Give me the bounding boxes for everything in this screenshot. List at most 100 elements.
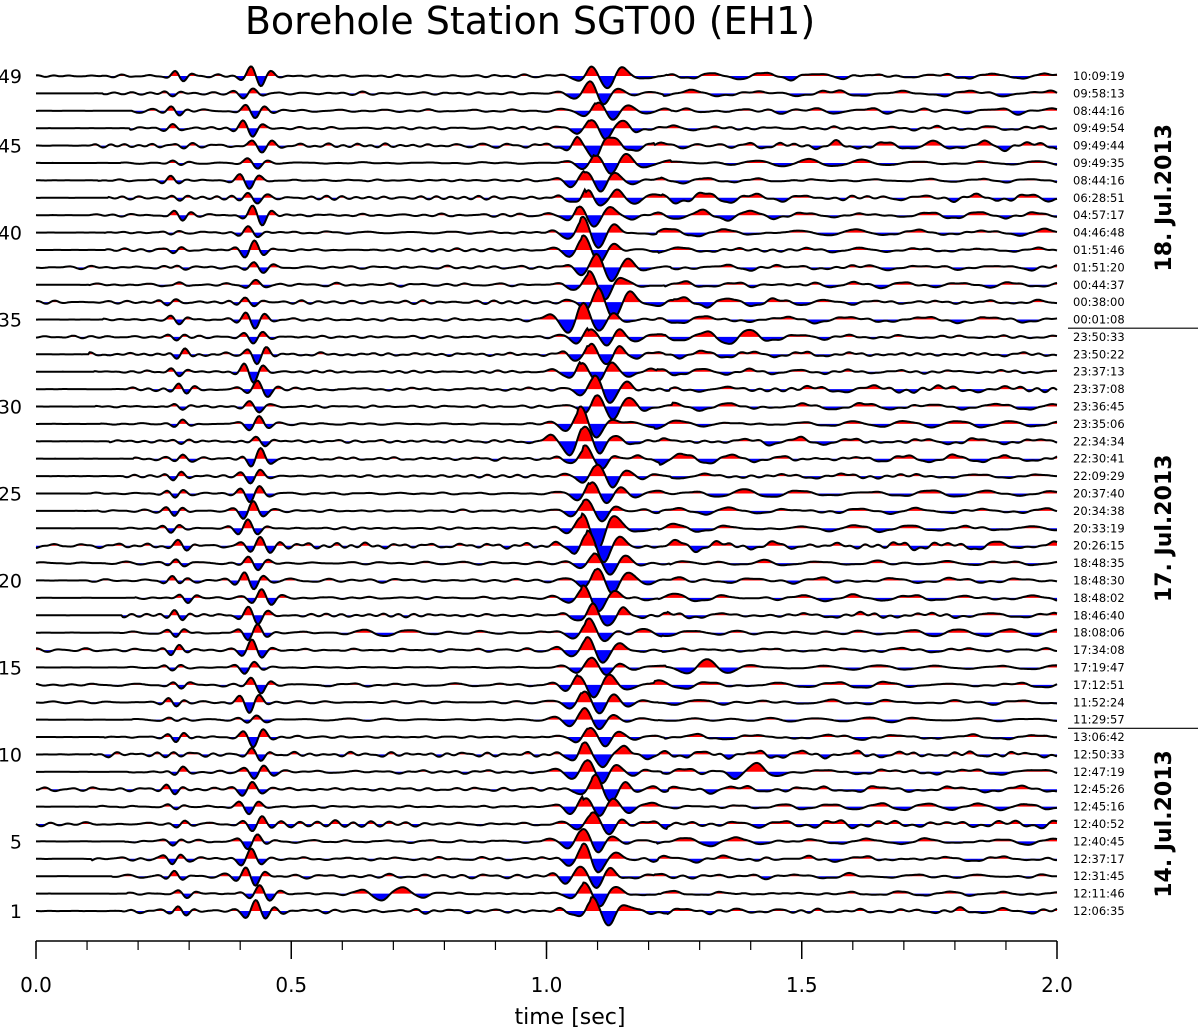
event-time-label: 20:26:15 [1073, 539, 1125, 553]
trace-line [35, 552, 1058, 576]
trace-number-label: 30 [0, 397, 22, 419]
trace [36, 584, 1058, 613]
event-time-label: 20:37:40 [1073, 487, 1125, 501]
trace-number-label: 35 [0, 310, 22, 332]
trace-negative-fill [39, 684, 1055, 698]
trace-line [35, 811, 1058, 836]
trace-positive-fill [42, 426, 1054, 442]
trace-line [36, 153, 1058, 175]
trace [35, 727, 1058, 749]
event-time-label: 01:51:46 [1073, 243, 1125, 257]
trace-line [35, 773, 1058, 803]
trace-positive-fill [36, 585, 1049, 598]
event-time-label: 23:36:45 [1073, 400, 1125, 414]
trace [36, 135, 1058, 160]
trace [35, 187, 1058, 207]
event-time-label: 00:01:08 [1073, 313, 1125, 327]
trace [36, 360, 1057, 384]
event-time-label: 20:33:19 [1073, 521, 1125, 535]
date-group-label: 17. Jul.2013 [1152, 454, 1177, 602]
trace-line [36, 405, 1058, 439]
event-time-label: 18:46:40 [1073, 608, 1125, 622]
trace-number-label: 1 [10, 901, 22, 923]
event-time-label: 09:58:13 [1073, 86, 1125, 100]
trace-negative-fill [42, 650, 1057, 663]
trace [36, 301, 1058, 334]
event-time-label: 22:34:34 [1073, 434, 1125, 448]
trace [35, 567, 1058, 595]
trace [36, 602, 1058, 627]
trace-line [35, 690, 1058, 715]
event-time-label: 23:50:33 [1073, 330, 1125, 344]
trace [35, 374, 1058, 404]
trace [36, 498, 1058, 523]
trace [36, 215, 1058, 249]
trace-positive-fill [36, 287, 1047, 303]
trace-number-axis: 15101520253035404549 [0, 66, 22, 923]
trace-positive-fill [48, 254, 1058, 268]
event-time-label: 06:28:51 [1073, 191, 1125, 205]
trace-positive-fill [38, 499, 1056, 511]
trace-line [35, 444, 1058, 470]
trace [35, 773, 1058, 803]
trace-negative-fill [38, 250, 1058, 263]
trace-negative-fill [36, 545, 1040, 563]
trace-positive-fill [36, 235, 1055, 250]
event-time-label: 12:47:19 [1073, 765, 1125, 779]
trace-number-label: 5 [10, 831, 22, 853]
trace-positive-fill [36, 657, 1057, 668]
trace [35, 444, 1058, 470]
trace-line [36, 342, 1058, 366]
event-time-label: 17:19:47 [1073, 660, 1125, 674]
trace-number-label: 49 [0, 66, 22, 88]
trace-negative-fill [37, 876, 1056, 888]
event-time-label: 12:31:45 [1073, 869, 1125, 883]
x-tick-label: 0.5 [275, 973, 307, 997]
trace-negative-fill [36, 771, 1057, 784]
trace-line [35, 286, 1058, 319]
x-tick-label: 0.0 [20, 973, 52, 997]
trace-number-label: 15 [0, 657, 22, 679]
x-axis: 0.0 0.5 1.0 1.5 2.0 [20, 940, 1073, 997]
date-group-label: 14. Jul.2013 [1152, 750, 1177, 898]
trace-number-label: 40 [0, 223, 22, 245]
trace-line [36, 842, 1057, 874]
trace-negative-fill [36, 336, 1046, 346]
trace-positive-fill [36, 513, 1045, 529]
event-time-label: 17:34:08 [1073, 643, 1125, 657]
event-time-label: 04:57:17 [1073, 208, 1125, 222]
trace-line [35, 204, 1058, 228]
trace [36, 101, 1058, 121]
trace [36, 481, 1058, 505]
x-tick-label: 2.0 [1041, 973, 1073, 997]
trace-line [36, 135, 1058, 160]
trace-line [36, 656, 1058, 677]
event-time-label: 23:35:06 [1073, 417, 1125, 431]
trace-line [36, 119, 1058, 141]
date-group-label: 18. Jul.2013 [1152, 124, 1177, 272]
trace-negative-fill [36, 893, 1043, 907]
trace-positive-fill [39, 774, 1040, 790]
event-time-label: 11:29:57 [1073, 713, 1125, 727]
trace-negative-fill [36, 423, 1050, 438]
event-time-label: 22:09:29 [1073, 469, 1125, 483]
trace-line [35, 65, 1058, 90]
trace-number-label: 45 [0, 136, 22, 158]
trace [36, 169, 1058, 193]
trace-negative-fill [36, 754, 1057, 768]
trace [36, 405, 1058, 439]
trace-negative-fill [36, 737, 1057, 748]
event-time-label: 22:30:41 [1073, 452, 1125, 466]
trace-line [36, 602, 1058, 627]
trace [35, 690, 1058, 715]
event-time-label: 09:49:54 [1073, 121, 1125, 135]
trace [36, 153, 1058, 175]
event-time-label: 08:44:16 [1073, 104, 1125, 118]
event-time-label: 12:50:33 [1073, 747, 1125, 761]
trace [35, 529, 1058, 564]
event-time-label: 00:44:37 [1073, 278, 1125, 292]
trace-positive-fill [44, 189, 1041, 198]
event-time-label: 12:40:45 [1073, 834, 1125, 848]
trace [35, 234, 1058, 264]
event-time-label: 00:38:00 [1073, 295, 1125, 309]
